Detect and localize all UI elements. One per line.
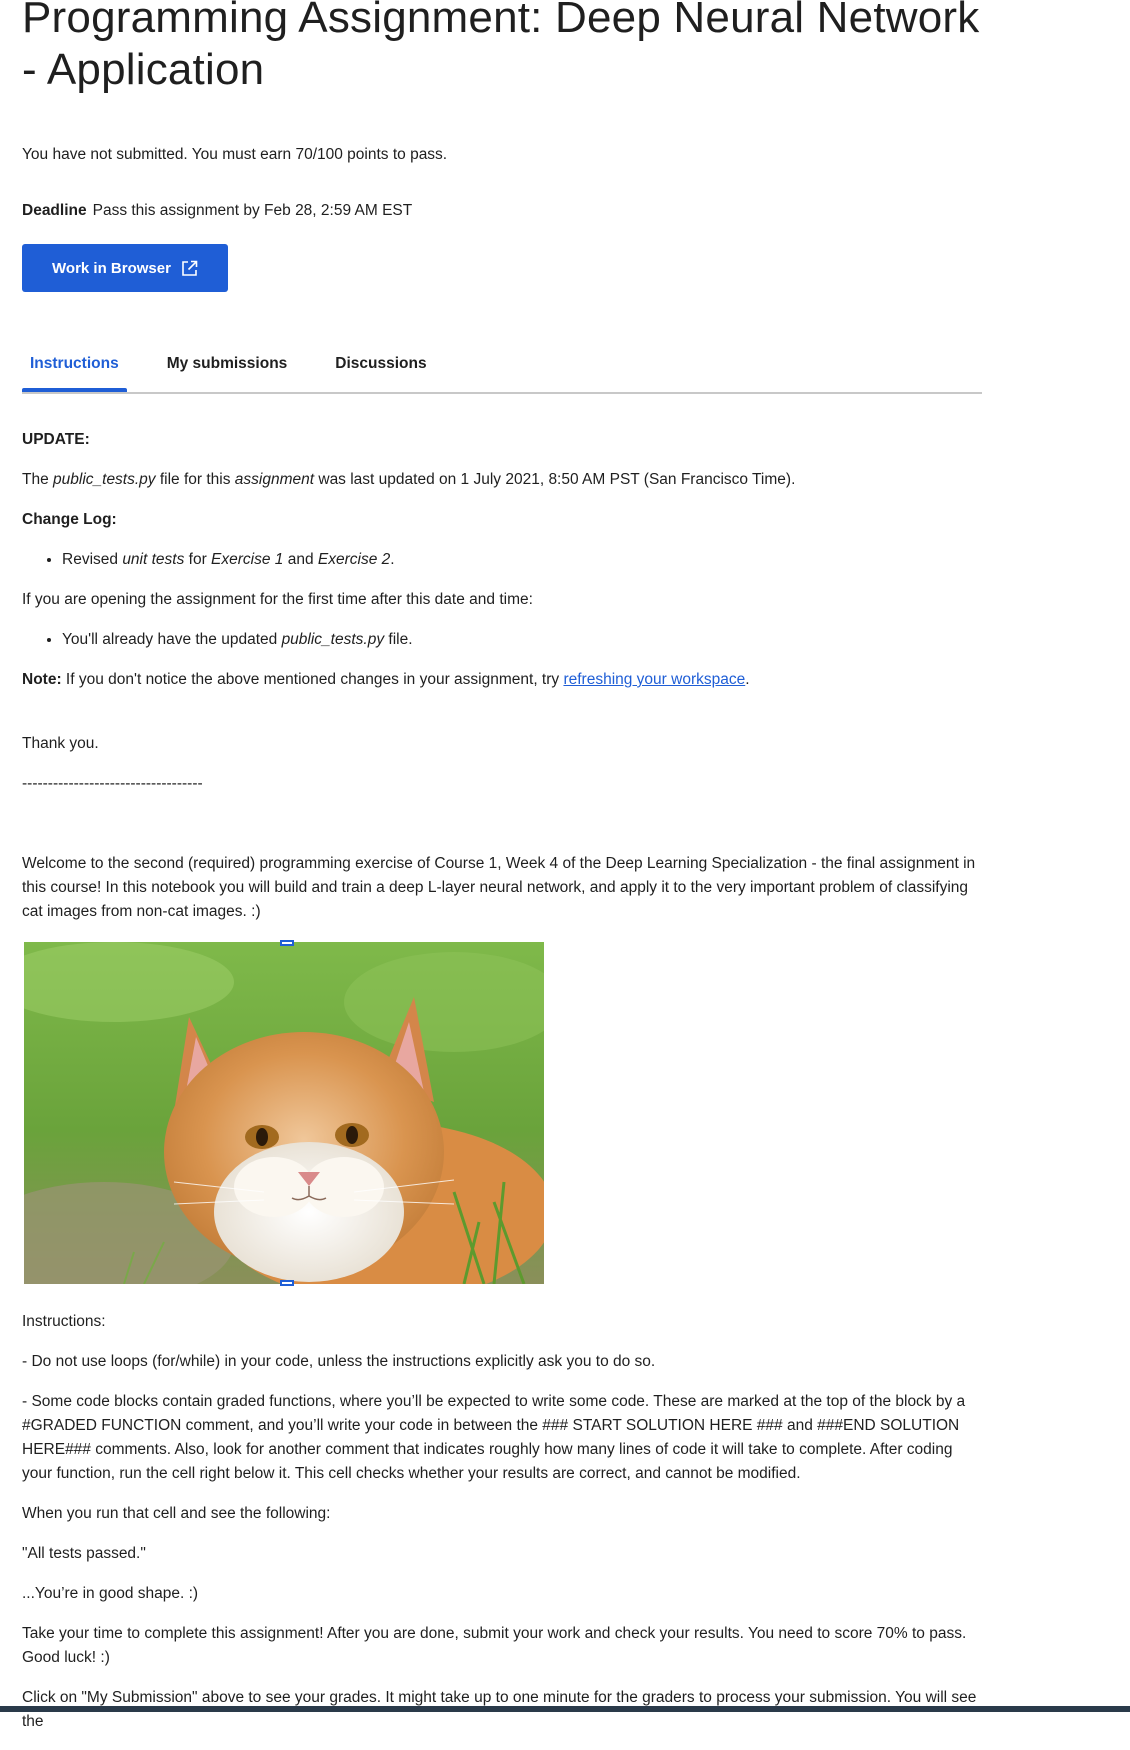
deadline-row: Deadline Pass this assignment by Feb 28, …: [22, 202, 412, 220]
instruction-bullet-2: - Some code blocks contain graded functi…: [22, 1393, 966, 1482]
resize-handle-bottom[interactable]: [280, 1280, 294, 1286]
note-paragraph: Note: If you don't notice the above ment…: [22, 671, 750, 688]
work-in-browser-label: Work in Browser: [52, 259, 171, 277]
tab-discussions[interactable]: Discussions: [327, 345, 434, 390]
deadline-text: Pass this assignment by Feb 28, 2:59 AM …: [92, 202, 413, 219]
when-run-text: When you run that cell and see the follo…: [22, 1505, 331, 1522]
changelog-list: Revised unit tests for Exercise 1 and Ex…: [22, 548, 984, 572]
bottom-bar: [0, 1706, 1130, 1712]
update-heading: UPDATE:: [22, 431, 90, 448]
resize-handle-top[interactable]: [280, 940, 294, 946]
update-line: The public_tests.py file for this assign…: [22, 471, 796, 488]
instructions-content: UPDATE: The public_tests.py file for thi…: [22, 428, 984, 1750]
cat-image: [24, 940, 544, 1286]
welcome-paragraph: Welcome to the second (required) program…: [22, 855, 976, 920]
external-link-icon: [182, 260, 198, 276]
first-time-text: If you are opening the assignment for th…: [22, 591, 533, 608]
take-time-text: Take your time to complete this assignme…: [22, 1625, 967, 1666]
changelog-heading: Change Log:: [22, 511, 117, 528]
instruction-bullet-1: - Do not use loops (for/while) in your c…: [22, 1353, 656, 1370]
already-list: You'll already have the updated public_t…: [22, 628, 984, 652]
thanks-text: Thank you.: [22, 735, 99, 752]
instructions-heading: Instructions:: [22, 1313, 106, 1330]
page-title: Programming Assignment: Deep Neural Netw…: [22, 0, 980, 94]
list-item: Revised unit tests for Exercise 1 and Ex…: [62, 548, 984, 572]
tab-bar: Instructions My submissions Discussions: [22, 345, 982, 394]
list-item: You'll already have the updated public_t…: [62, 628, 984, 652]
tab-my-submissions[interactable]: My submissions: [159, 345, 296, 390]
submission-status: You have not submitted. You must earn 70…: [22, 146, 448, 163]
tab-instructions[interactable]: Instructions: [22, 345, 127, 392]
all-tests-passed-text: "All tests passed.": [22, 1545, 146, 1562]
refresh-workspace-link[interactable]: refreshing your workspace: [563, 671, 745, 688]
work-in-browser-button[interactable]: Work in Browser: [22, 244, 228, 292]
good-shape-text: ...You’re in good shape. :): [22, 1585, 199, 1602]
divider-text: -----------------------------------: [22, 775, 203, 792]
deadline-label: Deadline: [22, 202, 87, 219]
